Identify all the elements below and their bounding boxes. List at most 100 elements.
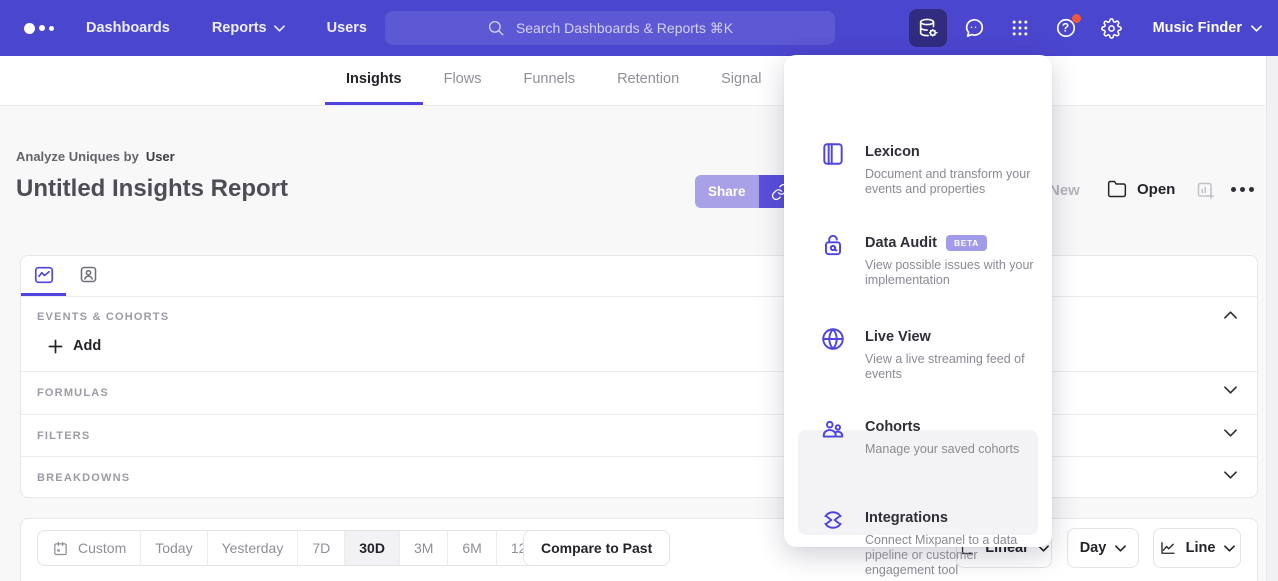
popover-item-desc: View possible issues with your implement… bbox=[865, 258, 1041, 288]
range-30d-label: 30D bbox=[359, 540, 385, 556]
top-nav-bar: Dashboards Reports Users Search Dashboar… bbox=[0, 0, 1278, 56]
range-3m[interactable]: 3M bbox=[400, 531, 448, 565]
breakdowns-header: BREAKDOWNS bbox=[37, 472, 130, 484]
filters-expand-button[interactable] bbox=[1224, 429, 1237, 437]
breakdowns-section[interactable]: BREAKDOWNS bbox=[21, 457, 1257, 498]
report-tabs: Insights Flows Funnels Retention Signal … bbox=[0, 56, 1278, 106]
plus-icon bbox=[48, 339, 63, 354]
report-context-entity[interactable]: User bbox=[146, 149, 175, 164]
nav-users-label: Users bbox=[327, 20, 367, 36]
range-custom[interactable]: Custom bbox=[38, 531, 141, 565]
formulas-expand-button[interactable] bbox=[1224, 386, 1237, 394]
interval-label: Day bbox=[1080, 540, 1107, 556]
book-icon bbox=[820, 141, 846, 167]
range-30d[interactable]: 30D bbox=[345, 531, 400, 565]
folder-icon bbox=[1107, 179, 1127, 199]
popover-item-title: Data Audit bbox=[865, 235, 937, 251]
gear-icon bbox=[1101, 18, 1122, 39]
chevron-down-icon bbox=[1224, 429, 1237, 437]
nav-users[interactable]: Users bbox=[327, 20, 367, 36]
ellipsis-icon bbox=[1240, 187, 1245, 192]
range-6m-label: 6M bbox=[462, 540, 481, 556]
profile-card-icon bbox=[78, 264, 99, 285]
popover-item-desc: Manage your saved cohorts bbox=[865, 442, 1041, 457]
tab-flows-label: Flows bbox=[444, 71, 482, 87]
support-chat-button[interactable] bbox=[955, 9, 993, 47]
chevron-down-icon bbox=[1115, 545, 1126, 552]
filters-section[interactable]: FILTERS bbox=[21, 415, 1257, 457]
logo-dot bbox=[24, 23, 35, 34]
search-placeholder: Search Dashboards & Reports ⌘K bbox=[516, 20, 733, 37]
data-management-button[interactable] bbox=[909, 9, 947, 47]
users-icon bbox=[820, 416, 846, 442]
events-cohorts-section: EVENTS & COHORTS Add bbox=[21, 297, 1257, 372]
ellipsis-icon bbox=[1249, 187, 1254, 192]
compare-label: Compare to Past bbox=[541, 540, 652, 556]
popover-item-desc: Connect Mixpanel to a data pipeline or c… bbox=[865, 533, 1041, 578]
logo-dot bbox=[39, 25, 45, 31]
compare-to-past-button[interactable]: Compare to Past bbox=[523, 530, 670, 566]
mixpanel-logo bbox=[24, 23, 54, 34]
search-icon bbox=[487, 19, 505, 37]
report-context: Analyze Uniques byUser bbox=[16, 149, 175, 164]
tab-insights[interactable]: Insights bbox=[325, 56, 423, 105]
new-button[interactable]: New bbox=[1049, 182, 1080, 199]
project-name: Music Finder bbox=[1153, 20, 1242, 36]
breakdowns-expand-button[interactable] bbox=[1224, 471, 1237, 479]
apps-grid-button[interactable] bbox=[1001, 9, 1039, 47]
open-button[interactable]: Open bbox=[1107, 179, 1175, 199]
popover-item-desc: View a live streaming feed of events bbox=[865, 352, 1041, 382]
range-7d[interactable]: 7D bbox=[298, 531, 345, 565]
range-7d-label: 7D bbox=[312, 540, 330, 556]
more-options-button[interactable] bbox=[1231, 187, 1254, 192]
range-6m[interactable]: 6M bbox=[448, 531, 496, 565]
nav-dashboards-label: Dashboards bbox=[86, 20, 170, 36]
page-title[interactable]: Untitled Insights Report bbox=[16, 175, 288, 203]
builder-tab-events[interactable] bbox=[21, 256, 66, 296]
chevron-down-icon bbox=[1224, 545, 1235, 552]
logo-dot bbox=[49, 26, 54, 31]
range-yesterday-label: Yesterday bbox=[222, 540, 284, 556]
popover-item-title: Cohorts bbox=[865, 419, 921, 435]
add-event-button[interactable]: Add bbox=[48, 338, 101, 354]
add-to-dashboard-button[interactable] bbox=[1196, 181, 1216, 201]
formulas-section[interactable]: FORMULAS bbox=[21, 372, 1257, 415]
nav-reports[interactable]: Reports bbox=[212, 20, 285, 36]
range-custom-label: Custom bbox=[78, 540, 126, 556]
settings-button[interactable] bbox=[1093, 9, 1131, 47]
tab-signal[interactable]: Signal bbox=[700, 56, 782, 105]
chevron-down-icon bbox=[274, 25, 285, 32]
builder-tabs bbox=[21, 256, 1257, 297]
tab-funnels-label: Funnels bbox=[523, 71, 575, 87]
add-button-label: Add bbox=[73, 338, 101, 354]
help-button[interactable]: ? bbox=[1047, 9, 1085, 47]
range-yesterday[interactable]: Yesterday bbox=[208, 531, 299, 565]
nav-dashboards[interactable]: Dashboards bbox=[86, 20, 170, 36]
top-right-actions: ? Music Finder bbox=[909, 0, 1262, 56]
range-today[interactable]: Today bbox=[141, 531, 207, 565]
project-switcher[interactable]: Music Finder bbox=[1153, 20, 1262, 36]
events-collapse-button[interactable] bbox=[1224, 311, 1237, 319]
beta-badge: BETA bbox=[946, 235, 987, 251]
tab-flows[interactable]: Flows bbox=[423, 56, 503, 105]
sync-icon bbox=[820, 507, 846, 533]
tab-retention[interactable]: Retention bbox=[596, 56, 700, 105]
share-button[interactable]: Share bbox=[695, 175, 759, 208]
search-input[interactable]: Search Dashboards & Reports ⌘K bbox=[385, 11, 835, 45]
apps-grid-icon bbox=[1010, 18, 1030, 38]
popover-item-title: Live View bbox=[865, 329, 931, 345]
chart-plus-icon bbox=[1196, 181, 1216, 201]
query-builder-panel: EVENTS & COHORTS Add FORMULAS FILTERS BR… bbox=[20, 255, 1258, 498]
scrollbar-track[interactable] bbox=[1266, 56, 1278, 581]
line-chart-icon bbox=[33, 264, 55, 286]
events-cohorts-header: EVENTS & COHORTS bbox=[37, 311, 169, 323]
tab-funnels[interactable]: Funnels bbox=[502, 56, 596, 105]
nav-reports-label: Reports bbox=[212, 20, 267, 36]
range-today-label: Today bbox=[155, 540, 192, 556]
primary-nav: Dashboards Reports Users bbox=[86, 20, 367, 36]
builder-tab-profiles[interactable] bbox=[66, 256, 111, 296]
tools-popover: Lexicon Document and transform your even… bbox=[784, 55, 1052, 547]
popover-item-desc: Document and transform your events and p… bbox=[865, 167, 1041, 197]
interval-button[interactable]: Day bbox=[1067, 528, 1139, 568]
chart-type-button[interactable]: Line bbox=[1153, 528, 1241, 568]
